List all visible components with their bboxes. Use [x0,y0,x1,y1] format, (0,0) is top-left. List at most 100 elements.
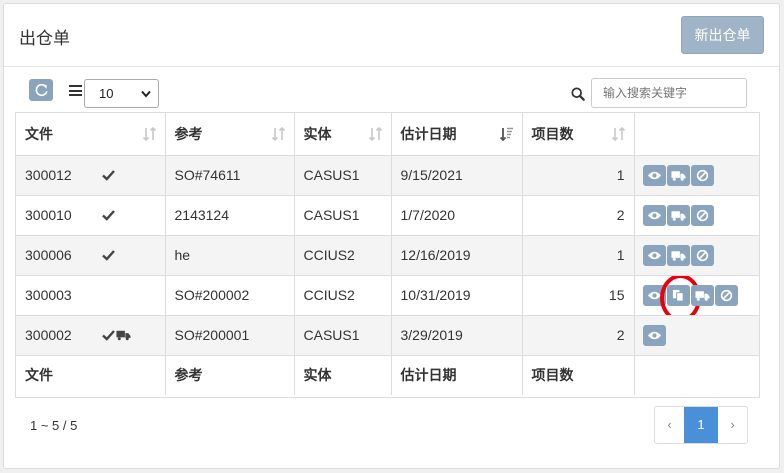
cell-actions [634,155,759,196]
eye-icon [647,171,661,179]
copy-icon [672,289,684,302]
cell-actions [634,235,759,276]
page-title: 出仓单 [19,29,70,48]
search-icon [571,87,585,101]
sort-icon [611,127,625,141]
cell-file: 300012 [16,155,166,196]
list-icon [69,85,82,96]
footer-estimated-date: 估计日期 [391,355,523,395]
cell-reference: SO#200001 [165,315,295,356]
ban-icon [696,209,708,221]
cell-item-count: 2 [522,195,635,236]
ban-icon [696,169,708,181]
column-header-item-count[interactable]: 项目数 [522,113,635,156]
footer-actions [634,355,759,395]
refresh-icon [35,83,48,96]
chevron-down-icon [141,90,151,98]
cell-entity: CCIUS2 [294,275,392,316]
cell-item-count: 2 [522,315,635,356]
cell-file: 300010 [16,195,166,236]
ban-icon [696,249,708,261]
ship-button[interactable] [666,204,690,226]
view-button[interactable] [642,244,666,266]
ship-button[interactable] [690,284,714,306]
view-button[interactable] [642,204,666,226]
footer-entity: 实体 [294,355,392,395]
eye-icon [647,331,661,339]
check-icon [102,329,115,341]
table-row[interactable]: 300010 2143124 CASUS1 1/7/2020 2 [16,195,759,236]
page-1-button[interactable]: 1 [684,407,718,443]
cell-estimated-date: 3/29/2019 [391,315,523,356]
table-header-row: 文件 参考 实体 估计日期 项目数 [16,113,759,156]
cancel-button[interactable] [690,164,714,186]
prev-page-button[interactable]: ‹ [655,407,684,443]
cell-actions [634,195,759,236]
eye-icon [647,211,661,219]
table-row[interactable]: 300006 he CCIUS2 12/16/2019 1 [16,235,759,276]
cell-reference: SO#74611 [165,155,295,196]
truck-icon [694,290,710,301]
cell-file: 300003 [16,275,166,316]
pagination-info: 1 ~ 5 / 5 [30,418,78,433]
view-button[interactable] [642,324,666,346]
cell-estimated-date: 1/7/2020 [391,195,523,236]
cell-item-count: 1 [522,155,635,196]
truck-icon [116,330,131,340]
check-icon [102,249,115,261]
sort-icon [271,127,285,141]
search-input[interactable] [591,78,747,108]
ban-icon [720,289,732,301]
cell-reference: SO#200002 [165,275,295,316]
pagination: ‹ 1 › [654,406,748,444]
check-icon [102,169,115,181]
check-icon [102,209,115,221]
sort-icon [142,127,156,141]
cell-actions [634,315,759,356]
cell-entity: CASUS1 [294,155,392,196]
column-header-reference[interactable]: 参考 [165,113,295,156]
cell-actions [634,275,759,316]
footer-file: 文件 [16,355,166,395]
cancel-button[interactable] [690,204,714,226]
eye-icon [647,251,661,259]
copy-button[interactable] [659,275,701,314]
page-size-value: 10 [99,86,114,101]
new-outbound-order-button[interactable]: 新出仓单 [681,16,764,54]
cell-entity: CCIUS2 [294,235,392,276]
sort-icon [368,127,382,141]
table-row[interactable]: 300002 SO#200001 CASUS1 3/29/2019 2 [16,315,759,356]
column-header-entity[interactable]: 实体 [294,113,392,156]
sort-desc-icon [499,127,513,141]
truck-icon [670,170,686,181]
table-row[interactable]: 300012 SO#74611 CASUS1 9/15/2021 1 [16,155,759,196]
panel-header: 出仓单 新出仓单 [4,4,779,67]
cell-estimated-date: 12/16/2019 [391,235,523,276]
cell-estimated-date: 9/15/2021 [391,155,523,196]
cell-item-count: 1 [522,235,635,276]
table-footer-row: 文件 参考 实体 估计日期 项目数 [16,355,759,395]
refresh-button[interactable] [29,79,53,101]
cell-item-count: 15 [522,275,635,316]
cell-file: 300002 [16,315,166,356]
orders-table: 文件 参考 实体 估计日期 项目数 300012 SO#74611 CASUS1 9/… [15,112,760,398]
column-header-file[interactable]: 文件 [16,113,166,156]
truck-icon [670,250,686,261]
cancel-button[interactable] [714,284,738,306]
footer-item-count: 项目数 [522,355,635,395]
column-header-actions [634,113,759,156]
ship-button[interactable] [666,164,690,186]
page-size-select[interactable]: 10 [84,79,159,108]
table-row[interactable]: 300003 SO#200002 CCIUS2 10/31/2019 15 [16,275,759,316]
cell-reference: he [165,235,295,276]
footer-reference: 参考 [165,355,295,395]
next-page-button[interactable]: › [718,407,747,443]
cancel-button[interactable] [690,244,714,266]
cell-entity: CASUS1 [294,195,392,236]
cell-reference: 2143124 [165,195,295,236]
cell-entity: CASUS1 [294,315,392,356]
ship-button[interactable] [666,244,690,266]
view-button[interactable] [642,164,666,186]
column-header-estimated-date[interactable]: 估计日期 [391,113,523,156]
cell-file: 300006 [16,235,166,276]
